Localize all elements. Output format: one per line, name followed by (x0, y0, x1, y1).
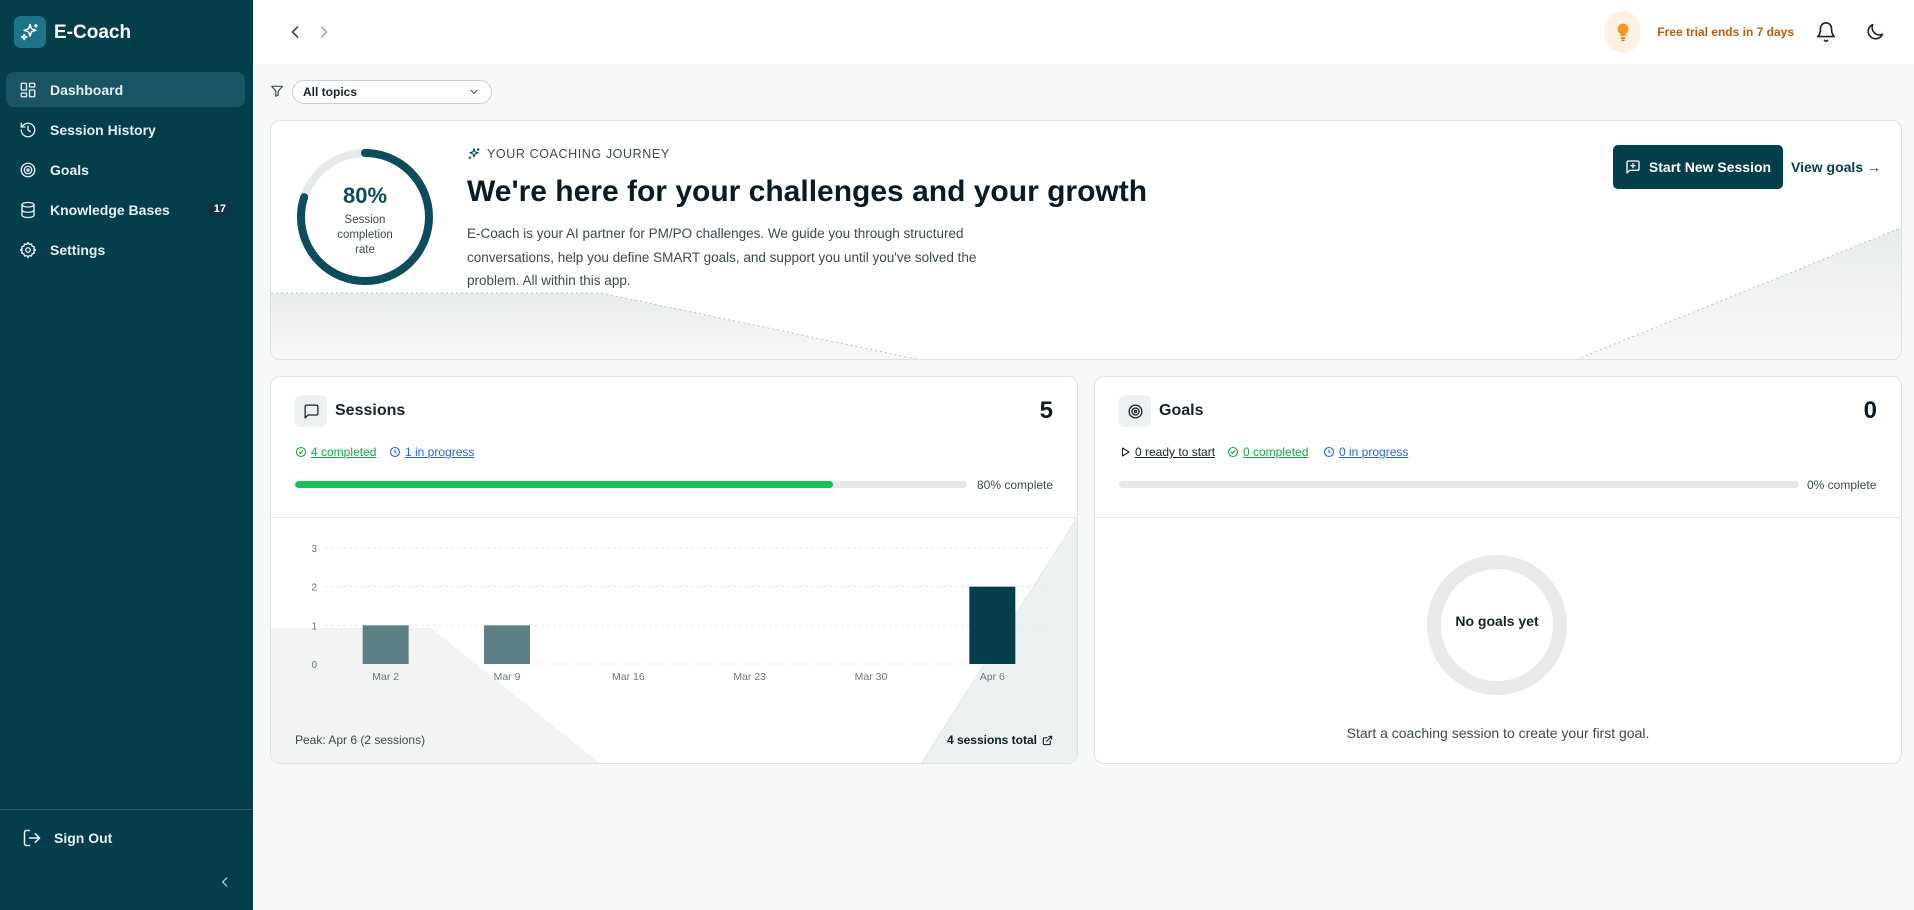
goals-card: Goals 0 0 ready to start 0 completed 0 i… (1094, 376, 1902, 764)
sessions-total-link[interactable]: 4 sessions total (947, 733, 1053, 747)
goals-completed-text: 0 completed (1243, 445, 1309, 459)
app-name: E-Coach (54, 22, 132, 43)
trial-text: Free trial ends in 7 days (1657, 25, 1794, 39)
gear-icon (18, 240, 38, 260)
free-trial-notice[interactable]: Free trial ends in 7 days (1604, 11, 1794, 53)
sessions-completed-text: 4 completed (311, 445, 377, 459)
target-icon (1119, 395, 1151, 427)
sidebar: E-Coach Dashboard Session History Goals … (0, 0, 253, 910)
database-icon (18, 200, 38, 220)
sessions-in-progress-text: 1 in progress (405, 445, 475, 459)
sessions-title: Sessions (335, 402, 406, 419)
sidebar-item-label: Goals (50, 161, 89, 178)
sessions-bar-chart: 0 1 2 3 Mar 2 Mar 9 Mar 16 Mar 23 Mar 30 Apr 6 (271, 518, 1077, 763)
goals-progress-bar (1119, 481, 1799, 488)
y-tick-label: 1 (311, 621, 317, 632)
chevron-down-icon (469, 87, 479, 97)
x-tick-label: Mar 23 (733, 671, 766, 683)
card-divider (1095, 517, 1901, 518)
knowledge-bases-count-badge: 17 (206, 201, 233, 217)
x-tick-label: Apr 6 (980, 671, 1005, 683)
sessions-card: Sessions 5 4 completed 1 in progress 80%… (270, 376, 1078, 764)
play-icon (1121, 447, 1130, 457)
completion-percentage: 80% (342, 183, 388, 208)
message-plus-icon (1626, 160, 1640, 174)
x-tick-label: Mar 16 (612, 671, 645, 683)
coaching-journey-card: 80% Session completion rate YOUR COACHIN… (270, 120, 1902, 360)
sign-out-icon (22, 828, 42, 848)
sidebar-item-session-history[interactable]: Session History (6, 112, 245, 147)
sign-out-label: Sign Out (54, 830, 113, 846)
sidebar-item-settings[interactable]: Settings (6, 232, 245, 267)
completion-label: Session completion rate (337, 214, 393, 256)
sidebar-item-goals[interactable]: Goals (6, 152, 245, 187)
sign-out-button[interactable]: Sign Out (22, 827, 112, 849)
bar (969, 586, 1016, 664)
moon-icon[interactable] (1864, 21, 1886, 43)
x-tick-label: Mar 30 (855, 671, 888, 683)
sessions-progress-bar (295, 481, 967, 488)
dashboard-icon (18, 80, 38, 100)
x-tick-label: Mar 9 (494, 671, 521, 683)
start-new-session-button[interactable]: Start New Session (1613, 145, 1783, 189)
bell-icon[interactable] (1815, 21, 1837, 43)
lightbulb-icon (1604, 11, 1642, 53)
goals-ready-link[interactable]: 0 ready to start (1119, 445, 1215, 459)
collapse-sidebar-chevron-icon[interactable] (218, 875, 232, 889)
chat-bubble-icon (295, 395, 327, 427)
external-link-icon (1042, 735, 1053, 745)
sessions-completed-link[interactable]: 4 completed (295, 445, 376, 459)
check-circle-icon (1227, 446, 1239, 458)
y-tick-label: 3 (311, 544, 317, 555)
start-new-session-label: Start New Session (1648, 159, 1772, 175)
hero-eyebrow: YOUR COACHING JOURNEY (467, 147, 670, 161)
goals-in-progress-link[interactable]: 0 in progress (1323, 445, 1408, 459)
sidebar-divider (0, 809, 253, 810)
clock-icon (389, 446, 401, 458)
clock-icon (1323, 446, 1335, 458)
peak-text: Peak: Apr 6 (2 sessions) (295, 733, 426, 747)
sidebar-item-knowledge-bases[interactable]: Knowledge Bases 17 (6, 192, 245, 227)
x-tick-label: Mar 2 (372, 671, 399, 683)
sessions-in-progress-link[interactable]: 1 in progress (389, 445, 474, 459)
bar (362, 625, 409, 664)
bar (484, 625, 530, 664)
goals-ring-text: No goals yet (1455, 613, 1539, 629)
view-goals-link[interactable]: View goals → (1791, 159, 1881, 175)
goals-ready-text: 0 ready to start (1135, 445, 1216, 459)
sessions-total-text: 4 sessions total (946, 733, 1037, 747)
check-circle-icon (295, 446, 307, 458)
hero-eyebrow-text: YOUR COACHING JOURNEY (487, 147, 670, 161)
sessions-progress-fill (295, 481, 833, 488)
topic-filter-select[interactable]: All topics (292, 80, 492, 104)
goals-empty-message: Start a coaching session to create your … (1346, 725, 1650, 741)
topic-filter-value: All topics (303, 85, 358, 99)
goals-count: 0 (1863, 397, 1877, 424)
goals-title: Goals (1159, 402, 1204, 419)
sidebar-item-label: Session History (50, 121, 156, 138)
sparkles-icon (468, 148, 480, 160)
filter-icon (270, 84, 284, 98)
y-tick-label: 0 (311, 660, 317, 671)
back-arrow-icon[interactable] (285, 22, 305, 42)
app-logo[interactable] (14, 16, 46, 48)
sidebar-item-dashboard[interactable]: Dashboard (6, 72, 245, 107)
history-icon (18, 120, 38, 140)
y-tick-label: 2 (311, 583, 317, 594)
hero-title: We're here for your challenges and your … (467, 175, 1148, 208)
sidebar-item-label: Settings (50, 241, 106, 258)
hero-description: E-Coach is your AI partner for PM/PO cha… (467, 226, 977, 288)
goals-completed-link[interactable]: 0 completed (1227, 445, 1308, 459)
sidebar-item-label: Knowledge Bases (50, 201, 170, 218)
goals-progress-label: 0% complete (1807, 478, 1877, 492)
goals-in-progress-text: 0 in progress (1339, 445, 1409, 459)
sessions-progress-label: 80% complete (977, 478, 1054, 492)
sidebar-item-label: Dashboard (50, 81, 124, 98)
forward-arrow-icon[interactable] (314, 22, 334, 42)
target-icon (18, 160, 38, 180)
sessions-count: 5 (1039, 397, 1053, 424)
